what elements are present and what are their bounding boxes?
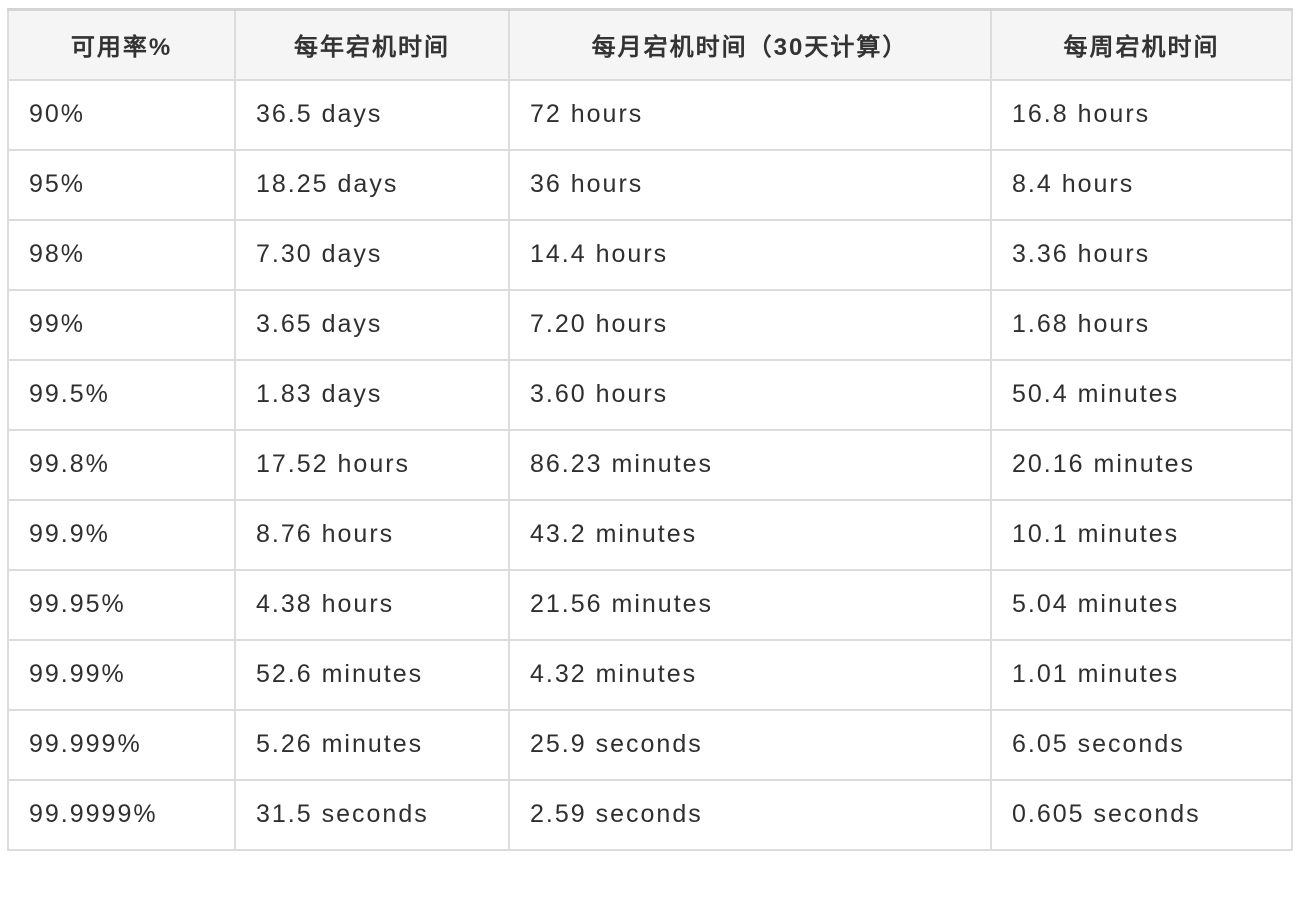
cell-yearly-downtime: 4.38 hours xyxy=(234,568,510,641)
table-row: 99.999% 5.26 minutes 25.9 seconds 6.05 s… xyxy=(7,708,1293,781)
availability-table-container: 可用率% 每年宕机时间 每月宕机时间（30天计算） 每周宕机时间 90% 36.… xyxy=(7,8,1293,851)
table-row: 99.5% 1.83 days 3.60 hours 50.4 minutes xyxy=(7,358,1293,431)
table-row: 99% 3.65 days 7.20 hours 1.68 hours xyxy=(7,288,1293,361)
cell-yearly-downtime: 8.76 hours xyxy=(234,498,510,571)
cell-monthly-downtime: 21.56 minutes xyxy=(508,568,992,641)
table-header-row: 可用率% 每年宕机时间 每月宕机时间（30天计算） 每周宕机时间 xyxy=(7,8,1293,81)
cell-yearly-downtime: 36.5 days xyxy=(234,78,510,151)
cell-weekly-downtime: 1.68 hours xyxy=(990,288,1293,361)
cell-weekly-downtime: 0.605 seconds xyxy=(990,778,1293,851)
cell-availability: 99.95% xyxy=(7,568,236,641)
table-row: 99.8% 17.52 hours 86.23 minutes 20.16 mi… xyxy=(7,428,1293,501)
cell-yearly-downtime: 5.26 minutes xyxy=(234,708,510,781)
cell-weekly-downtime: 16.8 hours xyxy=(990,78,1293,151)
cell-monthly-downtime: 7.20 hours xyxy=(508,288,992,361)
cell-monthly-downtime: 14.4 hours xyxy=(508,218,992,291)
cell-monthly-downtime: 36 hours xyxy=(508,148,992,221)
cell-yearly-downtime: 3.65 days xyxy=(234,288,510,361)
header-yearly-downtime: 每年宕机时间 xyxy=(234,8,510,81)
cell-monthly-downtime: 86.23 minutes xyxy=(508,428,992,501)
header-weekly-downtime: 每周宕机时间 xyxy=(990,8,1293,81)
cell-monthly-downtime: 72 hours xyxy=(508,78,992,151)
cell-availability: 90% xyxy=(7,78,236,151)
cell-monthly-downtime: 4.32 minutes xyxy=(508,638,992,711)
header-availability: 可用率% xyxy=(7,8,236,81)
cell-yearly-downtime: 7.30 days xyxy=(234,218,510,291)
cell-weekly-downtime: 6.05 seconds xyxy=(990,708,1293,781)
cell-monthly-downtime: 25.9 seconds xyxy=(508,708,992,781)
cell-yearly-downtime: 31.5 seconds xyxy=(234,778,510,851)
cell-weekly-downtime: 5.04 minutes xyxy=(990,568,1293,641)
cell-availability: 99.9% xyxy=(7,498,236,571)
cell-availability: 99.8% xyxy=(7,428,236,501)
table-row: 95% 18.25 days 36 hours 8.4 hours xyxy=(7,148,1293,221)
table-row: 99.99% 52.6 minutes 4.32 minutes 1.01 mi… xyxy=(7,638,1293,711)
cell-weekly-downtime: 3.36 hours xyxy=(990,218,1293,291)
cell-weekly-downtime: 50.4 minutes xyxy=(990,358,1293,431)
cell-yearly-downtime: 1.83 days xyxy=(234,358,510,431)
header-monthly-downtime: 每月宕机时间（30天计算） xyxy=(508,8,992,81)
cell-availability: 99% xyxy=(7,288,236,361)
cell-yearly-downtime: 52.6 minutes xyxy=(234,638,510,711)
cell-availability: 98% xyxy=(7,218,236,291)
cell-availability: 95% xyxy=(7,148,236,221)
cell-monthly-downtime: 2.59 seconds xyxy=(508,778,992,851)
cell-monthly-downtime: 3.60 hours xyxy=(508,358,992,431)
cell-monthly-downtime: 43.2 minutes xyxy=(508,498,992,571)
cell-availability: 99.9999% xyxy=(7,778,236,851)
table-row: 99.9999% 31.5 seconds 2.59 seconds 0.605… xyxy=(7,778,1293,851)
cell-availability: 99.5% xyxy=(7,358,236,431)
table-row: 90% 36.5 days 72 hours 16.8 hours xyxy=(7,78,1293,151)
cell-yearly-downtime: 17.52 hours xyxy=(234,428,510,501)
cell-yearly-downtime: 18.25 days xyxy=(234,148,510,221)
cell-weekly-downtime: 10.1 minutes xyxy=(990,498,1293,571)
table-row: 99.95% 4.38 hours 21.56 minutes 5.04 min… xyxy=(7,568,1293,641)
availability-downtime-table: 可用率% 每年宕机时间 每月宕机时间（30天计算） 每周宕机时间 90% 36.… xyxy=(7,8,1293,851)
cell-availability: 99.999% xyxy=(7,708,236,781)
table-row: 98% 7.30 days 14.4 hours 3.36 hours xyxy=(7,218,1293,291)
cell-availability: 99.99% xyxy=(7,638,236,711)
cell-weekly-downtime: 8.4 hours xyxy=(990,148,1293,221)
cell-weekly-downtime: 1.01 minutes xyxy=(990,638,1293,711)
cell-weekly-downtime: 20.16 minutes xyxy=(990,428,1293,501)
table-row: 99.9% 8.76 hours 43.2 minutes 10.1 minut… xyxy=(7,498,1293,571)
